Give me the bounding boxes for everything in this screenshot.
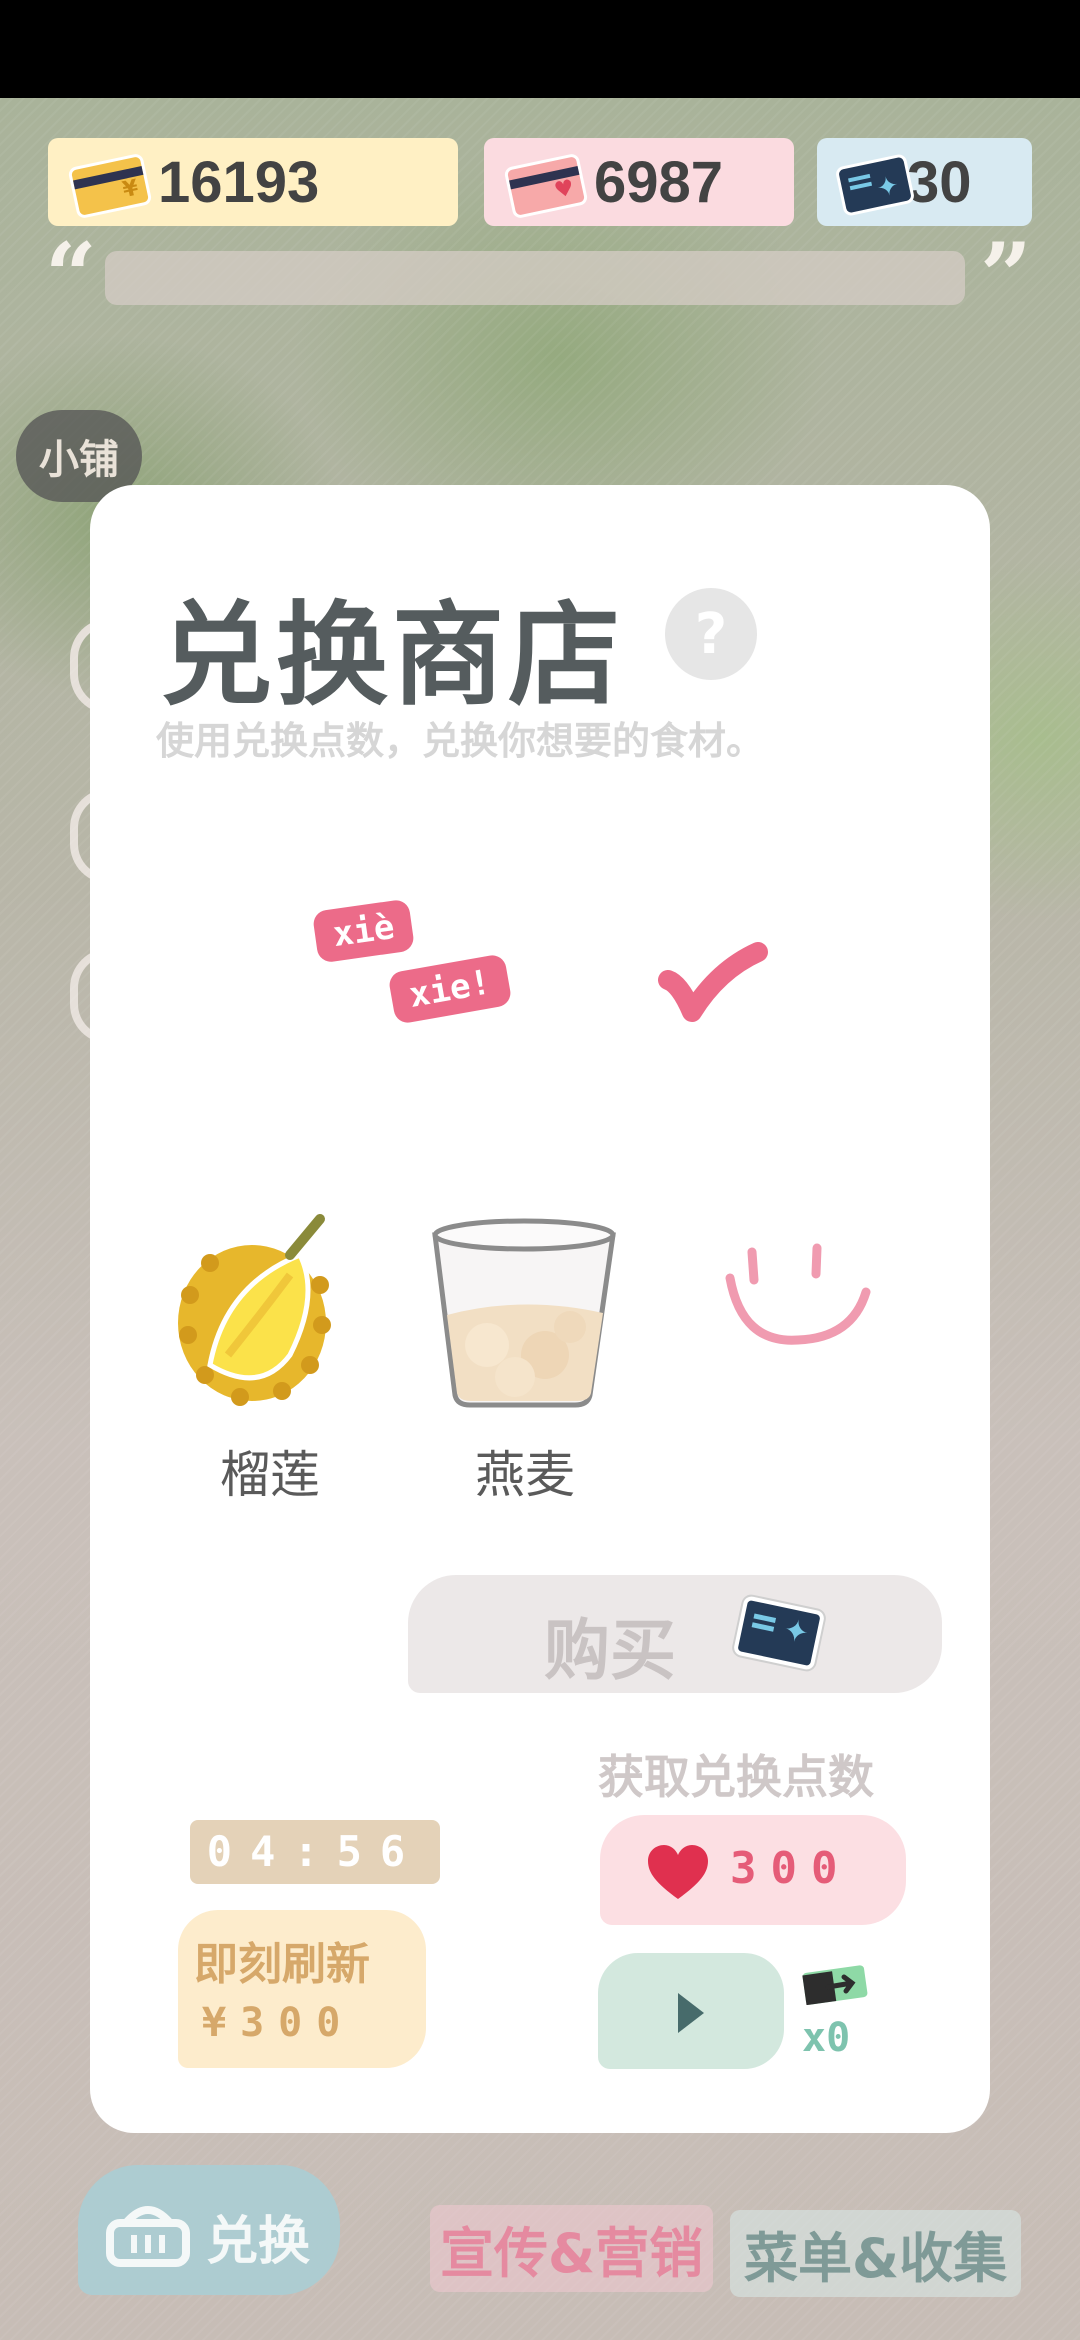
- play-icon: [678, 1993, 704, 2033]
- quote-text-bar: [105, 251, 965, 305]
- gold-amount: 16193: [158, 149, 320, 215]
- ad-ticket-icon: [802, 1965, 868, 2005]
- earn-points-title: 获取兑换点数: [598, 1750, 874, 1804]
- gold-card-icon: ¥: [67, 152, 153, 220]
- buy-button[interactable]: 购买 ✦: [408, 1575, 942, 1693]
- open-quote-icon: “: [45, 223, 97, 329]
- ticket-card-icon: ✦: [732, 1595, 826, 1671]
- heart-cost: 300: [730, 1843, 852, 1894]
- heart-currency[interactable]: ♥ 6987: [484, 138, 794, 226]
- sticker-word: xie!: [387, 953, 513, 1025]
- heart-card-icon: ♥: [503, 152, 589, 220]
- heart-icon: [648, 1845, 708, 1899]
- refresh-cost: ¥300: [202, 2000, 355, 2046]
- checkmark-icon: [658, 942, 768, 1022]
- item-label: 燕麦: [475, 1446, 575, 1504]
- sticker-word: xiè: [311, 898, 416, 964]
- tab-menu-collection[interactable]: 菜单&收集: [730, 2210, 1022, 2297]
- basket-icon: [106, 2206, 190, 2267]
- ticket-amount: 30: [907, 149, 972, 215]
- gold-currency[interactable]: ¥ 16193: [48, 138, 458, 226]
- dialog-title: 兑换商店: [160, 591, 624, 721]
- heart-amount: 6987: [594, 149, 724, 215]
- ticket-card-icon: ✦: [834, 153, 916, 217]
- refresh-label: 即刻刷新: [194, 1939, 370, 1990]
- tab-exchange[interactable]: 兑换: [78, 2165, 340, 2295]
- close-quote-icon: ”: [980, 223, 1032, 329]
- exchange-shop-dialog: 兑换商店 ? 使用兑换点数，兑换你想要的食材。 xiè xie! 榴莲 燕麦 购…: [90, 485, 990, 2133]
- help-icon[interactable]: ?: [665, 588, 757, 680]
- durian-icon: [178, 1214, 331, 1406]
- status-bar: [0, 0, 1080, 98]
- refresh-timer: 04:56: [190, 1820, 440, 1884]
- refresh-now-button[interactable]: 即刻刷新 ¥300: [178, 1910, 426, 2068]
- quote-banner: “ ”: [45, 231, 1035, 321]
- shop-item-durian[interactable]: 榴莲: [170, 1205, 370, 1505]
- ticket-currency[interactable]: ✦ 30: [817, 138, 1032, 226]
- tab-promotion[interactable]: 宣传&营销: [430, 2205, 714, 2292]
- tab-exchange-label: 兑换: [206, 2212, 311, 2272]
- item-label: 榴莲: [220, 1446, 320, 1504]
- watch-ad-button[interactable]: [598, 1953, 784, 2069]
- xie-xie-sticker: xiè xie!: [311, 898, 525, 1035]
- dialog-subtitle: 使用兑换点数，兑换你想要的食材。: [156, 719, 765, 763]
- smiley-icon: [725, 1243, 871, 1345]
- shop-item-oat[interactable]: 燕麦: [425, 1205, 625, 1505]
- buy-button-label: 购买: [544, 1612, 676, 1689]
- ad-ticket-count: x0: [802, 2015, 851, 2061]
- exchange-hearts-button[interactable]: 300: [600, 1815, 906, 1925]
- oat-cup-icon: [432, 1218, 616, 1408]
